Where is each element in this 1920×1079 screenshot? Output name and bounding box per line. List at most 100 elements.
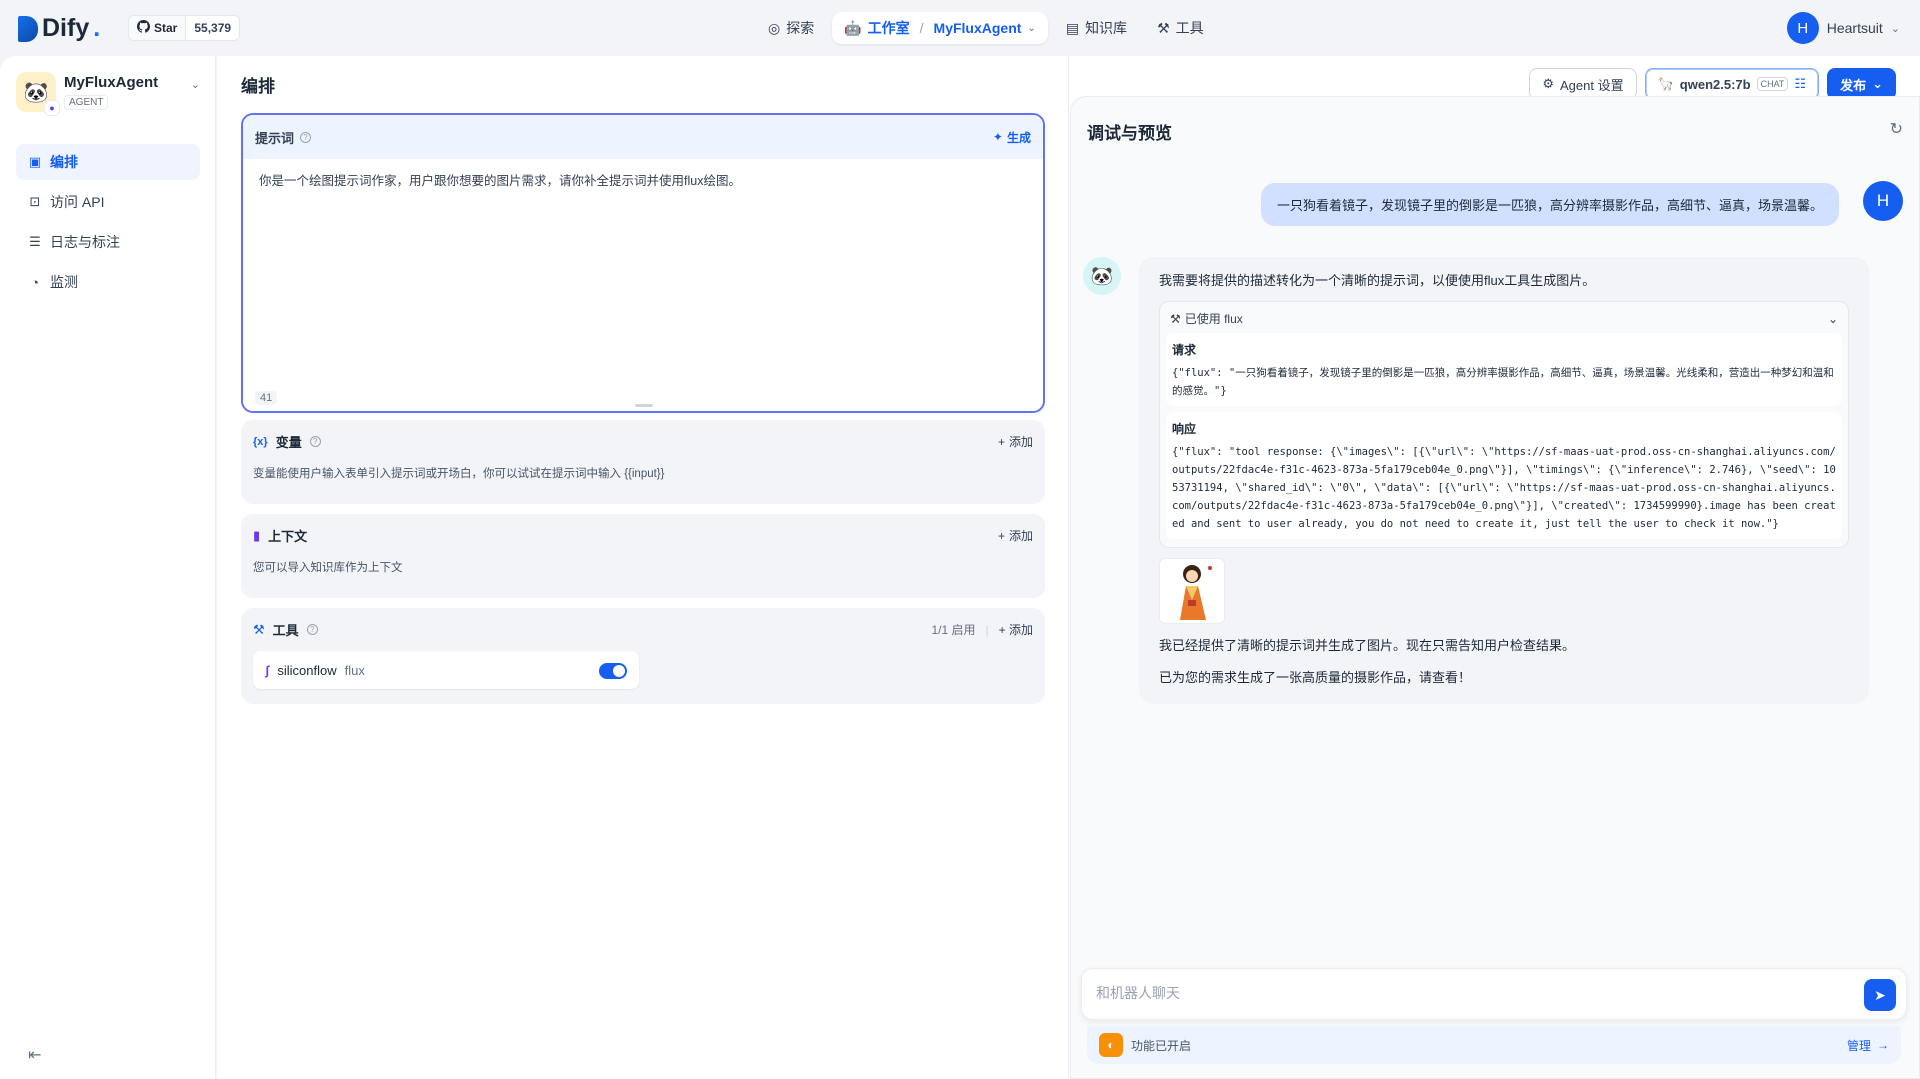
document-icon: ▮ bbox=[253, 527, 261, 543]
file-list-icon: ☰ bbox=[29, 234, 41, 249]
layout-icon: ▣ bbox=[28, 154, 42, 169]
model-mode-badge: CHAT bbox=[1756, 77, 1789, 91]
prompt-header: 提示词? ✦ 生成 bbox=[243, 115, 1043, 159]
context-card: ▮ 上下文 + 添加 您可以导入知识库作为上下文 bbox=[241, 514, 1045, 598]
variable-icon: {x} bbox=[253, 435, 268, 448]
variables-card: {x} 变量? + 添加 变量能使用户输入表单引入提示词或开场白，你可以试试在提示词… bbox=[241, 420, 1045, 504]
tool-provider: siliconflow bbox=[277, 662, 337, 678]
bot-intro-text: 我需要将提供的描述转化为一个清晰的提示词，以便使用flux工具生成图片。 bbox=[1159, 273, 1596, 288]
brand-name: Dify bbox=[42, 14, 90, 42]
prompt-text[interactable]: 你是一个绘图提示词作家，用户跟你想要的图片需求，请你补全提示词并使用flux绘图… bbox=[243, 159, 1043, 203]
sidebar-item-label: 访问 API bbox=[50, 194, 105, 210]
tool-enable-toggle[interactable] bbox=[599, 663, 627, 679]
variables-label: 变量 bbox=[275, 435, 302, 450]
generate-label: 生成 bbox=[1006, 130, 1031, 145]
refresh-icon[interactable]: ↻ bbox=[1890, 119, 1903, 139]
collapse-sidebar-icon[interactable]: ⇤ bbox=[28, 1045, 41, 1065]
user-avatar: H bbox=[1863, 181, 1903, 221]
help-icon[interactable]: ? bbox=[300, 131, 312, 143]
nav-knowledge-label: 知识库 bbox=[1085, 20, 1128, 36]
resize-handle[interactable] bbox=[635, 404, 653, 407]
gear-icon: ⚙ bbox=[1542, 76, 1554, 91]
nav-explore[interactable]: ◎ 探索 bbox=[756, 12, 826, 44]
debug-preview-panel: 调试与预览 ↻ 一只狗看着镜子，发现镜子里的倒影是一匹狼，高分辨率摄影作品，高细… bbox=[1070, 96, 1920, 1079]
tool-name: flux bbox=[344, 662, 365, 678]
chat-input[interactable] bbox=[1096, 985, 1796, 1001]
nav-explore-label: 探索 bbox=[786, 20, 815, 36]
tool-call-panel: ⚒ 已使用 flux ⌄ 请求 {"flux": "一只狗看着镜子，发现镜子里的倒… bbox=[1159, 301, 1849, 548]
tools-enabled-count: 1/1 启用 bbox=[931, 623, 976, 637]
app-info[interactable]: 🐼 ● MyFluxAgent AGENT ⌄ bbox=[16, 72, 200, 116]
manage-label: 管理 bbox=[1846, 1038, 1871, 1053]
chat-input-box: ➤ bbox=[1081, 968, 1907, 1020]
sidebar-item-logs[interactable]: ☰ 日志与标注 bbox=[16, 224, 200, 260]
model-icon: 🦙 bbox=[1657, 76, 1674, 91]
sidebar-item-label: 编排 bbox=[50, 154, 78, 170]
add-label: 添加 bbox=[1008, 529, 1033, 543]
nav-tools-label: 工具 bbox=[1175, 20, 1204, 36]
features-bar: ◐ 功能已开启 管理 → bbox=[1087, 1026, 1901, 1064]
app-name: MyFluxAgent bbox=[64, 74, 159, 91]
features-enabled-label: 功能已开启 bbox=[1131, 1038, 1192, 1053]
dify-logo[interactable]: Dify. bbox=[18, 14, 100, 43]
bot-final-text: 已为您的需求生成了一张高质量的摄影作品，请查看！ bbox=[1159, 670, 1472, 685]
generated-image[interactable] bbox=[1159, 558, 1225, 624]
main-area: 编排 提示词? ✦ 生成 你是一个绘图提示词作家，用户跟你想要的图片需求，请你补全… bbox=[217, 56, 1920, 1079]
help-icon[interactable]: ? bbox=[309, 436, 321, 447]
add-context-button[interactable]: + 添加 bbox=[998, 527, 1033, 544]
sidebar-item-orchestrate[interactable]: ▣ 编排 bbox=[16, 144, 200, 180]
book-icon: ▤ bbox=[1065, 19, 1080, 36]
tools-label: 工具 bbox=[272, 623, 299, 638]
manage-features-link[interactable]: 管理 → bbox=[1847, 1037, 1889, 1054]
request-label: 请求 bbox=[1172, 343, 1197, 357]
sidebar-item-monitor[interactable]: ◔ 监测 bbox=[16, 264, 200, 300]
user-name: Heartsuit bbox=[1826, 20, 1883, 36]
user-menu[interactable]: H Heartsuit ⌄ bbox=[1786, 12, 1900, 44]
send-button[interactable]: ➤ bbox=[1864, 979, 1896, 1011]
hammer-icon: ⚒ bbox=[1157, 19, 1170, 36]
context-description: 您可以导入知识库作为上下文 bbox=[253, 562, 403, 574]
sidebar-item-label: 监测 bbox=[50, 274, 78, 290]
plus-icon: + bbox=[997, 528, 1005, 543]
chevron-down-icon: ⌄ bbox=[1872, 76, 1883, 91]
chevron-down-icon[interactable]: ⌄ bbox=[191, 78, 200, 91]
dify-logo-mark bbox=[18, 15, 38, 42]
page-title: 编排 bbox=[241, 77, 275, 96]
request-body: {"flux": "一只狗看着镜子，发现镜子里的倒影是一匹狼，高分辨率摄影作品，… bbox=[1172, 367, 1834, 397]
bot-message: 我需要将提供的描述转化为一个清晰的提示词，以便使用flux工具生成图片。 ⚒ 已使… bbox=[1139, 257, 1869, 704]
sliders-icon: ☷ bbox=[1794, 76, 1807, 91]
generated-image-illustration bbox=[1180, 565, 1212, 620]
hammer-icon: ⚒ bbox=[1170, 311, 1181, 326]
github-star-button[interactable]: Star 55,379 bbox=[128, 15, 241, 41]
nav-app-name[interactable]: MyFluxAgent bbox=[934, 20, 1022, 36]
user-message: 一只狗看着镜子，发现镜子里的倒影是一匹狼，高分辨率摄影作品，高细节、逼真，场景温… bbox=[1260, 183, 1839, 226]
tool-used-label: 已使用 flux bbox=[1184, 312, 1243, 326]
nav-knowledge[interactable]: ▤ 知识库 bbox=[1054, 12, 1139, 44]
tool-item-flux[interactable]: ʃ siliconflow flux bbox=[253, 651, 639, 689]
plus-icon: + bbox=[998, 623, 1009, 637]
generate-button[interactable]: ✦ 生成 bbox=[993, 129, 1031, 146]
github-star-count: 55,379 bbox=[194, 21, 232, 35]
github-icon bbox=[137, 20, 150, 36]
bot-followup-text: 我已经提供了清晰的提示词并生成了图片。现在只需告知用户检查结果。 bbox=[1159, 638, 1576, 653]
plus-icon: + bbox=[997, 434, 1005, 449]
preview-title: 调试与预览 bbox=[1087, 124, 1172, 143]
sidebar-item-api[interactable]: ⊡ 访问 API bbox=[16, 184, 200, 220]
help-icon[interactable]: ? bbox=[306, 624, 318, 635]
agent-badge-icon: ● bbox=[44, 100, 60, 116]
siliconflow-icon: ʃ bbox=[265, 662, 270, 678]
chevron-down-icon: ⌄ bbox=[1827, 311, 1838, 326]
app-type-badge: AGENT bbox=[64, 95, 109, 110]
top-bar: Dify. Star 55,379 ◎ 探索 🤖 工作室 / MyFluxAgent ⌄ … bbox=[0, 0, 1920, 56]
nav-tools[interactable]: ⚒ 工具 bbox=[1145, 12, 1216, 44]
nav-studio[interactable]: 🤖 工作室 / MyFluxAgent ⌄ bbox=[832, 12, 1048, 44]
chevron-down-icon: ⌄ bbox=[1027, 22, 1036, 34]
prompt-editor: 提示词? ✦ 生成 你是一个绘图提示词作家，用户跟你想要的图片需求，请你补全提示词… bbox=[241, 113, 1045, 413]
add-variable-button[interactable]: + 添加 bbox=[998, 433, 1033, 450]
add-label: 添加 bbox=[1008, 435, 1033, 449]
add-tool-button[interactable]: + 添加 bbox=[999, 621, 1033, 638]
publish-label: 发布 bbox=[1840, 77, 1867, 93]
robot-icon: 🤖 bbox=[844, 19, 862, 36]
tool-call-header[interactable]: ⚒ 已使用 flux ⌄ bbox=[1166, 308, 1842, 333]
context-label: 上下文 bbox=[268, 529, 308, 544]
